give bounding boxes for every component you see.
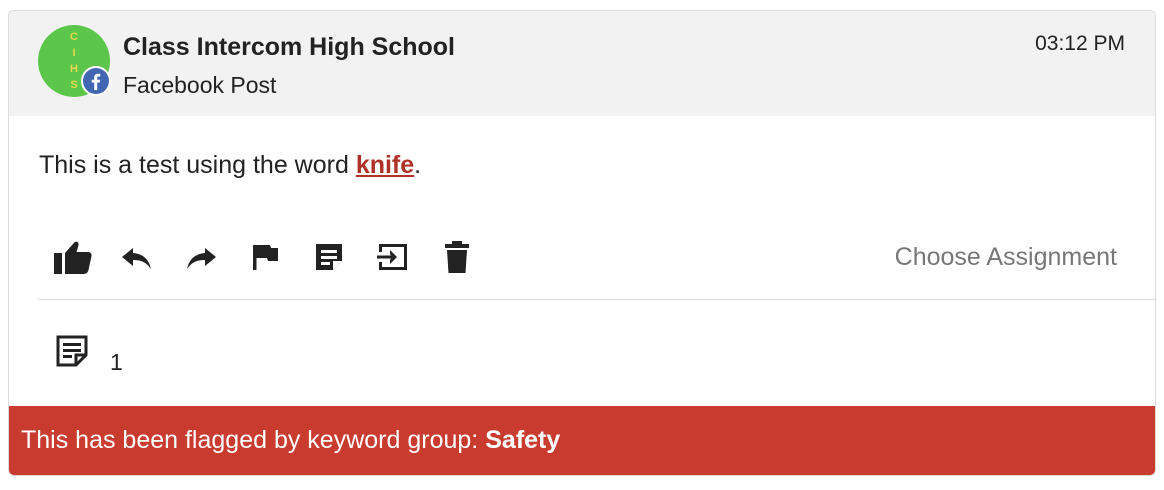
post-source: Facebook Post	[123, 72, 277, 98]
note-icon	[316, 244, 342, 270]
flagged-keyword[interactable]: knife	[356, 151, 414, 179]
avatar-logo: C I H S	[67, 25, 81, 93]
avatar-letter: C	[70, 31, 78, 43]
divider	[38, 299, 1155, 300]
flag-button[interactable]	[243, 239, 287, 275]
message-text: This is a test using the word	[39, 151, 356, 179]
like-button[interactable]	[51, 239, 95, 275]
message-text-end: .	[414, 151, 422, 179]
post-header: C I H S Class Intercom High School Faceb…	[9, 11, 1155, 116]
post-time: 03:12 PM	[1035, 32, 1125, 55]
flag-banner: This has been flagged by keyword group: …	[9, 406, 1155, 475]
export-button[interactable]	[371, 239, 415, 275]
post-message: This is a test using the word knife.	[39, 151, 421, 180]
note-count: 1	[110, 349, 123, 375]
action-toolbar	[51, 239, 499, 275]
notes-button[interactable]	[55, 334, 89, 368]
avatar-letter: S	[70, 79, 78, 91]
flag-banner-text: This has been flagged by keyword group:	[21, 426, 479, 454]
thumbs-up-icon	[54, 241, 92, 274]
post-card: C I H S Class Intercom High School Faceb…	[8, 10, 1156, 476]
note-button[interactable]	[307, 239, 351, 275]
reply-icon	[122, 248, 151, 269]
flag-keyword-group: Safety	[485, 426, 561, 454]
forward-icon	[187, 248, 216, 269]
delete-button[interactable]	[435, 239, 479, 275]
avatar-letter: I	[72, 47, 76, 59]
avatar-letter: H	[70, 63, 78, 75]
choose-assignment-link[interactable]: Choose Assignment	[895, 243, 1117, 272]
flag-icon	[253, 245, 278, 270]
author-name: Class Intercom High School	[123, 33, 456, 61]
facebook-icon	[81, 66, 111, 96]
forward-button[interactable]	[179, 239, 223, 275]
note-icon	[56, 335, 88, 367]
exit-to-app-icon	[377, 244, 407, 270]
reply-button[interactable]	[115, 239, 159, 275]
trash-icon	[445, 241, 469, 273]
